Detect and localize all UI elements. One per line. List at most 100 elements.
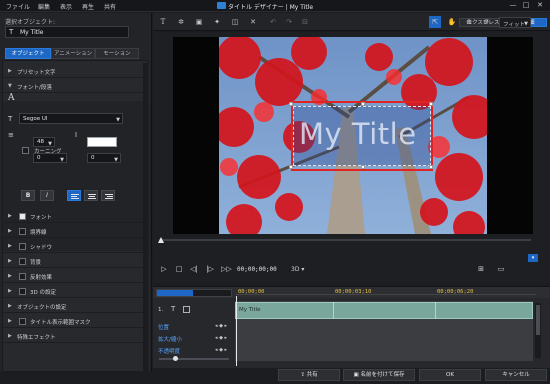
selected-object-field[interactable]: T My Title [5, 26, 129, 38]
section-font-paragraph[interactable]: ▼ フォント/段落 [3, 80, 149, 93]
resize-handle-t[interactable] [361, 102, 365, 106]
font-family-select[interactable]: Segoe UI ▼ [19, 113, 123, 124]
section-special-effects[interactable]: ▶ 特殊エフェクト [3, 330, 149, 343]
3d-checkbox[interactable] [19, 288, 26, 295]
grid-icon[interactable]: ▭ [496, 264, 506, 274]
resize-handle-tl[interactable] [289, 102, 293, 106]
section-background[interactable]: ▶ 背景 [3, 255, 149, 268]
track-position[interactable]: 位置 ◂ ◆ ▸ [153, 321, 233, 331]
redo-icon[interactable]: ↷ [283, 16, 295, 28]
italic-button[interactable]: I [40, 190, 54, 201]
select-pointer-icon[interactable]: ⇱ [429, 16, 441, 28]
track-opacity[interactable]: 不透明度 ◂ ◆ ▸ [153, 345, 233, 355]
reflection-checkbox[interactable] [19, 273, 26, 280]
kerning-checkbox[interactable] [22, 147, 29, 154]
align-icon[interactable]: ⊟ [299, 16, 311, 28]
menu-file[interactable]: ファイル [6, 2, 30, 11]
chevron-right-icon: ▶ [8, 288, 12, 294]
close-button[interactable]: ✕ [535, 1, 545, 10]
panel-scrollbar[interactable] [143, 63, 148, 371]
insert-particle-icon[interactable]: ✲ [175, 16, 187, 28]
timeline-zoom-knob[interactable] [173, 356, 178, 361]
tab-object[interactable]: オブジェクト [5, 48, 51, 59]
keyframe-controls-icon[interactable]: ◂ ◆ ▸ [215, 347, 227, 353]
chevron-right-icon: ▶ [8, 213, 12, 219]
resize-handle-b[interactable] [361, 165, 365, 169]
cancel-button[interactable]: キャンセル [485, 369, 547, 381]
zoom-in-icon[interactable]: ⊕ [463, 16, 475, 28]
keyframe-controls-icon[interactable]: ◂ ◆ ▸ [215, 323, 227, 329]
ok-button[interactable]: OK [419, 369, 481, 381]
insert-image-icon[interactable]: ▣ [193, 16, 205, 28]
section-border[interactable]: ▶ 境界線 [3, 225, 149, 238]
3d-mode-button[interactable]: 3D ▾ [291, 266, 304, 273]
next-frame-icon[interactable]: |▷ [205, 264, 215, 274]
resize-handle-tr[interactable] [429, 102, 433, 106]
menu-play[interactable]: 再生 [82, 2, 94, 11]
background-checkbox[interactable] [19, 258, 26, 265]
track-scale[interactable]: 拡大/縮小 ◂ ◆ ▸ [153, 333, 233, 343]
section-font[interactable]: ▶ フォント [3, 210, 149, 223]
safe-zone-icon[interactable]: ⊞ [476, 264, 486, 274]
tab-motion[interactable]: モーション [95, 48, 139, 59]
char-spacing-field[interactable]: 0 ▼ [87, 153, 121, 163]
title-text[interactable]: My Title [299, 117, 417, 151]
timeline-scrollbar-thumb[interactable] [536, 305, 540, 335]
minimize-button[interactable]: — [508, 1, 518, 10]
menu-share[interactable]: 共有 [104, 2, 116, 11]
zoom-fit-select[interactable]: フィット ▼ [499, 17, 531, 28]
share-button[interactable]: ⇪ 共有 [278, 369, 340, 381]
undo-icon[interactable]: ↶ [267, 16, 279, 28]
timeline-tab-tracks[interactable] [157, 290, 193, 296]
line-spacing-field[interactable]: 0 ▼ [33, 153, 67, 163]
font-size-select[interactable]: 48 ▼ [33, 137, 55, 147]
font-color-swatch[interactable] [87, 137, 117, 147]
timeline-zoom-slider[interactable] [159, 358, 229, 360]
play-icon[interactable]: ▷ [159, 264, 169, 274]
resize-handle-br[interactable] [429, 165, 433, 169]
timeline-ruler[interactable] [236, 294, 536, 298]
section-reflection[interactable]: ▶ 反射効果 [3, 270, 149, 283]
timeline-playhead[interactable] [236, 296, 237, 366]
timecode-display: 00;00;00;00 [237, 266, 277, 273]
fast-forward-icon[interactable]: ▷▷ [221, 264, 232, 274]
menu-edit[interactable]: 編集 [38, 2, 50, 11]
timeline-tabs[interactable] [156, 289, 232, 297]
title-object-bounds[interactable]: My Title [293, 106, 431, 166]
tab-animation[interactable]: アニメーション [51, 48, 95, 59]
align-left-button[interactable] [67, 190, 81, 201]
title-clip[interactable]: My Title [235, 302, 533, 319]
section-title-mask[interactable]: ▶ タイトル表示範囲マスク [3, 315, 149, 328]
keyframe-controls-icon[interactable]: ◂ ◆ ▸ [215, 335, 227, 341]
maximize-button[interactable]: □ [521, 1, 531, 10]
insert-effect-icon[interactable]: ✦ [211, 16, 223, 28]
insert-text-icon[interactable]: T [157, 16, 169, 28]
font-checkbox[interactable] [19, 213, 26, 220]
zoom-out-icon[interactable]: ⊖ [480, 16, 492, 28]
clip-marker [435, 302, 436, 319]
section-3d-settings[interactable]: ▶ 3D の設定 [3, 285, 149, 298]
scrubber-knob[interactable] [158, 237, 164, 243]
insert-bg-icon[interactable]: ◫ [229, 16, 241, 28]
collapse-preview-icon[interactable]: ▾ [528, 254, 538, 262]
hand-pan-icon[interactable]: ✋ [446, 16, 458, 28]
track-visible-checkbox[interactable] [183, 306, 190, 313]
delete-icon[interactable]: ✕ [247, 16, 259, 28]
section-shadow[interactable]: ▶ シャドウ [3, 240, 149, 253]
previous-frame-icon[interactable]: ◁| [189, 264, 199, 274]
line-spacing-icon: ≡ [8, 131, 14, 139]
save-as-button[interactable]: ▣ 名前を付けて保存 [343, 369, 415, 381]
align-right-button[interactable] [101, 190, 115, 201]
section-preset-text[interactable]: ▶ プリセット文字 [3, 65, 149, 78]
bold-button[interactable]: B [21, 190, 35, 201]
mask-checkbox[interactable] [19, 318, 26, 325]
stop-icon[interactable]: □ [174, 264, 184, 274]
resize-handle-bl[interactable] [289, 165, 293, 169]
border-checkbox[interactable] [19, 228, 26, 235]
title-object-selection[interactable]: My Title [291, 101, 433, 171]
menu-view[interactable]: 表示 [60, 2, 72, 11]
align-center-button[interactable] [84, 190, 98, 201]
shadow-checkbox[interactable] [19, 243, 26, 250]
playback-scrubber[interactable] [159, 239, 531, 241]
section-object-settings[interactable]: ▶ オブジェクトの設定 [3, 300, 149, 313]
